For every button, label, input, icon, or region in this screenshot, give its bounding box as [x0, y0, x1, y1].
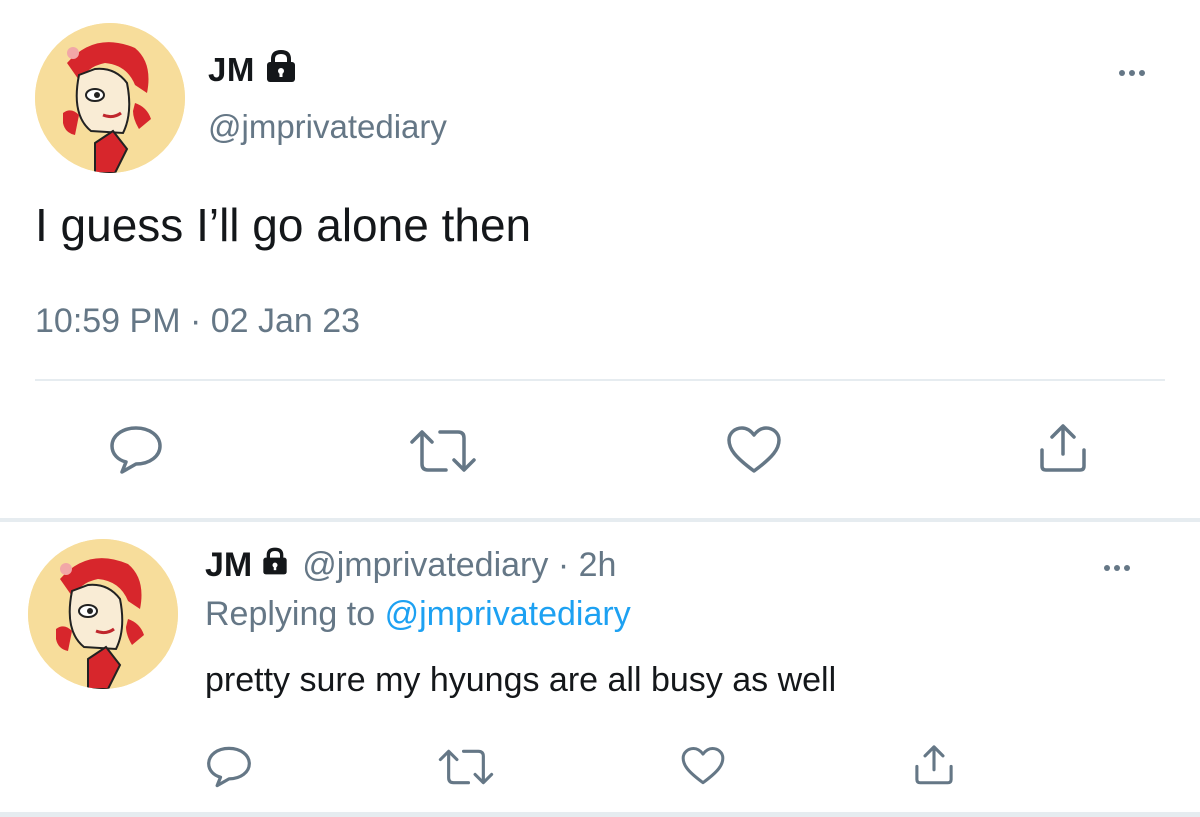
share-icon[interactable] [912, 742, 956, 786]
avatar[interactable] [35, 23, 185, 173]
reply-text: pretty sure my hyungs are all busy as we… [205, 661, 837, 699]
divider [35, 379, 1165, 381]
share-icon[interactable] [1036, 420, 1090, 474]
display-name-text: JM [208, 51, 255, 88]
heart-icon[interactable] [725, 425, 783, 475]
retweet-icon[interactable] [437, 748, 495, 786]
main-tweet: JM @jmprivatediary I guess I’ll go alone… [0, 0, 1200, 520]
reply-icon[interactable] [205, 745, 253, 789]
avatar-illustration [35, 23, 185, 173]
heart-icon[interactable] [680, 746, 726, 786]
more-options-icon[interactable] [1104, 565, 1130, 571]
replying-to: Replying to @jmprivatediary [205, 595, 631, 634]
tweet-timestamp[interactable]: 10:59 PM · 02 Jan 23 [35, 302, 360, 341]
reply-display-name[interactable]: JM [205, 546, 252, 585]
handle[interactable]: @jmprivatediary [208, 108, 447, 146]
reply-avatar[interactable] [28, 539, 178, 689]
reply-icon[interactable] [108, 424, 164, 476]
display-name[interactable]: JM [208, 48, 299, 92]
replying-mention-link[interactable]: @jmprivatediary [385, 595, 631, 633]
retweet-icon[interactable] [408, 428, 478, 474]
tweet-text: I guess I’ll go alone then [35, 199, 532, 251]
avatar-illustration [28, 539, 178, 689]
replying-prefix: Replying to [205, 595, 376, 633]
section-separator [0, 812, 1200, 817]
section-separator [0, 518, 1200, 522]
reply-handle-time[interactable]: @jmprivatediary · 2h [302, 546, 616, 585]
more-options-icon[interactable] [1119, 70, 1145, 76]
lock-icon [260, 546, 290, 585]
lock-icon [263, 48, 299, 92]
reply-header: JM @jmprivatediary · 2h [205, 546, 616, 585]
